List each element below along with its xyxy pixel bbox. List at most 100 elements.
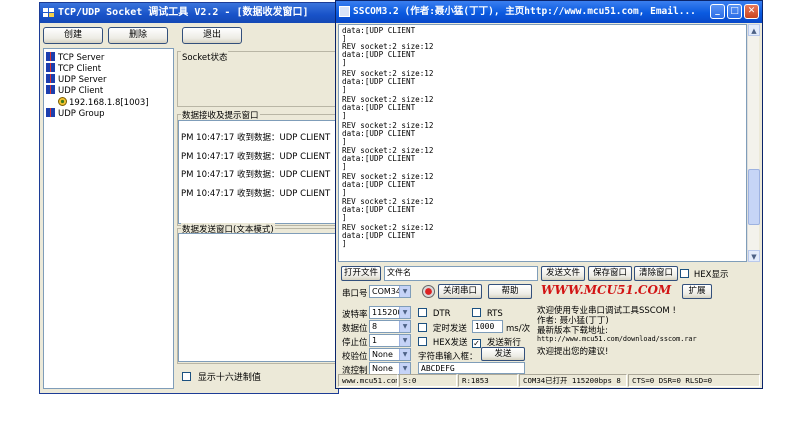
chevron-down-icon[interactable]: ▼ [399,349,410,360]
expand-button[interactable]: 扩展 [682,284,712,299]
checkbox-label: HEX发送 [432,338,468,348]
stopbits-label: 停止位 [342,338,368,348]
databits-value: 8 [372,322,378,331]
tree-item-label: UDP Server [58,75,107,85]
hex-display-checkbox[interactable]: 显示十六进制值 [182,370,261,383]
databits-select[interactable]: 8 ▼ [369,320,411,333]
scroll-thumb[interactable] [748,169,760,225]
terminal-line: data:[UDP CLIENT [342,77,416,86]
create-button[interactable]: 创建 [43,27,103,44]
scroll-down-icon[interactable]: ▼ [748,250,760,262]
baud-select[interactable]: 115200 ▼ [369,306,411,319]
hex-display-checkbox[interactable]: HEX显示 [680,268,728,280]
terminal-line: ] [342,162,347,171]
rts-checkbox[interactable]: RTS [472,308,503,319]
maximize-icon[interactable]: □ [727,4,742,19]
terminal-line: data:[UDP CLIENT [342,180,416,189]
checkbox-box[interactable] [472,308,481,317]
group-label: Socket状态 [181,51,229,63]
app-icon [43,8,54,18]
chevron-down-icon[interactable]: ▼ [399,307,410,318]
serial-app-icon [339,6,350,17]
close-port-button[interactable]: 关闭串口 [438,284,482,299]
status-recv-count: R:1853 [458,374,518,387]
port-status-icon [422,285,435,298]
terminal-output[interactable]: data:[UDP CLIENT ] REV socket:2 size:12 … [338,24,747,262]
close-icon[interactable]: ✕ [744,4,759,19]
parity-select[interactable]: None ▼ [369,348,411,361]
checkbox-box[interactable] [418,308,427,317]
stopbits-value: 1 [372,336,378,345]
checkbox-label: RTS [486,309,503,319]
connection-icon [58,97,67,106]
tree-item-udp-client[interactable]: UDP Client [46,85,103,96]
terminal-line: ] [342,213,347,222]
chevron-down-icon[interactable]: ▼ [399,335,410,346]
minimize-icon[interactable]: _ [710,4,725,19]
tree-item-tcp-client[interactable]: TCP Client [46,63,101,74]
network-icon [46,63,55,72]
chevron-down-icon[interactable]: ▼ [399,363,410,374]
tree-item-tcp-server[interactable]: TCP Server [46,52,104,63]
tree-item-label: UDP Group [58,109,105,119]
terminal-line: data:[UDP CLIENT [342,129,416,138]
timed-send-checkbox[interactable]: 定时发送 [418,322,467,334]
send-area[interactable] [178,233,336,362]
interval-unit: ms/次 [506,324,531,334]
tree-item-label: TCP Client [58,64,102,74]
terminal-line: ] [342,85,347,94]
info-download-link[interactable]: http://www.mcu51.com/download/sscom.rar [537,335,697,343]
checkmark-icon[interactable]: ✓ [472,339,481,348]
flow-value: None [372,364,393,373]
stopbits-select[interactable]: 1 ▼ [369,334,411,347]
scroll-up-icon[interactable]: ▲ [748,24,760,36]
tree-item-connection[interactable]: 192.168.1.8[1003] [58,97,149,108]
terminal-line: ] [342,239,347,248]
help-button[interactable]: 帮助 [488,284,532,299]
checkbox-box[interactable] [680,269,689,278]
chevron-down-icon[interactable]: ▼ [399,286,410,297]
sscom-window: SSCOM3.2 (作者:聂小猛(丁丁), 主页http://www.mcu51… [335,0,763,389]
dtr-checkbox[interactable]: DTR [418,308,451,319]
terminal-line: data:[UDP CLIENT [342,103,416,112]
tree-item-label: UDP Client [58,86,104,96]
delete-button[interactable]: 删除 [108,27,168,44]
open-file-button[interactable]: 打开文件 [341,266,381,281]
send-input[interactable]: ABCDEFG [418,362,525,374]
network-icon [46,85,55,94]
sscom-window-title[interactable]: SSCOM3.2 (作者:聂小猛(丁丁), 主页http://www.mcu51… [336,1,762,23]
exit-button[interactable]: 退出 [182,27,242,44]
clear-window-button[interactable]: 清除窗口 [634,266,678,281]
terminal-line: ] [342,58,347,67]
receive-line: PM 10:47:17 收到数据：UDP CLIENT [181,189,331,199]
site-logo: WWW.MCU51.COM [541,283,672,297]
baud-value: 115200 [372,308,403,317]
terminal-scrollbar[interactable]: ▲ ▼ [747,24,760,262]
interval-input[interactable]: 1000 [472,320,503,333]
send-file-button[interactable]: 发送文件 [541,266,585,281]
tcp-window-title[interactable]: TCP/UDP Socket 调试工具 V2.2 - [数据收发窗口] [40,3,338,23]
parity-value: None [372,350,393,359]
receive-line: PM 10:47:17 收到数据：UDP CLIENT [181,152,331,162]
checkbox-box[interactable] [418,337,427,346]
chevron-down-icon[interactable]: ▼ [399,321,410,332]
terminal-line: data:[UDP CLIENT [342,231,416,240]
tree-item-udp-server[interactable]: UDP Server [46,74,106,85]
input-string-label: 字符串输入框： [418,352,478,362]
terminal-line: data:[UDP CLIENT [342,50,416,59]
tree-item-udp-group[interactable]: UDP Group [46,108,104,119]
info-line: 欢迎提出您的建议! [537,347,609,357]
send-button[interactable]: 发送 [481,347,525,361]
terminal-line: data:[UDP CLIENT [342,154,416,163]
checkbox-box[interactable] [182,372,191,381]
databits-label: 数据位 [342,324,368,334]
file-name-input[interactable]: 文件名 [384,266,538,281]
receive-area[interactable]: PM 10:47:17 收到数据：UDP CLIENT PM 10:47:17 … [178,120,336,224]
port-select[interactable]: COM34 ▼ [369,285,411,298]
hex-send-checkbox[interactable]: HEX发送 [418,336,467,348]
checkbox-box[interactable] [418,323,427,332]
tree-item-label: TCP Server [58,53,105,63]
receive-line: PM 10:47:17 收到数据：UDP CLIENT [181,170,331,180]
parity-label: 校验位 [342,352,368,362]
save-window-button[interactable]: 保存窗口 [588,266,632,281]
